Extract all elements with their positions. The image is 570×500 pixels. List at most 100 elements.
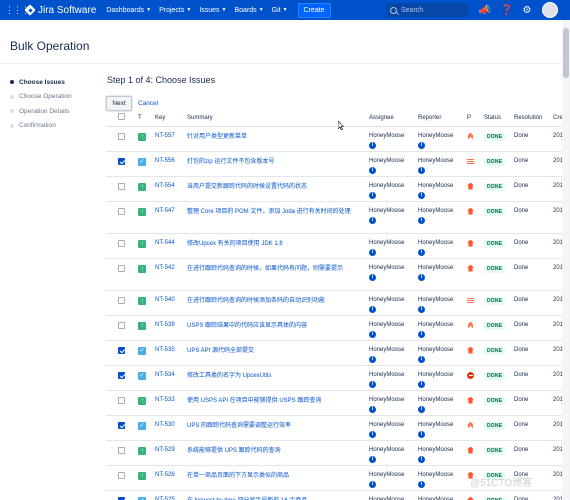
issue-key-link[interactable]: NT-540 bbox=[155, 297, 175, 303]
col-priority[interactable]: P bbox=[465, 110, 482, 127]
nav-menu-projects[interactable]: Projects ▼ bbox=[159, 7, 191, 14]
row-checkbox[interactable] bbox=[118, 264, 125, 272]
info-icon[interactable]: i bbox=[418, 216, 425, 224]
info-icon[interactable]: i bbox=[369, 305, 376, 313]
row-checkbox[interactable] bbox=[118, 396, 125, 404]
table-row[interactable]: ↑ NT-529 系统能够提供 UPS 跟踪代码的查询 HoneyMoose i Hone… bbox=[106, 440, 570, 466]
col-reporter[interactable]: Reporter bbox=[416, 110, 465, 127]
issue-summary-link[interactable]: 使用 USPS API 在项目中能够提供 USPS 跟踪查询 bbox=[187, 398, 321, 404]
issue-summary-link[interactable]: 系统能够提供 UPS 跟踪代码的查询 bbox=[187, 448, 281, 454]
issue-key-link[interactable]: NT-534 bbox=[155, 372, 175, 378]
table-row[interactable]: ↑ NT-547 整理 Core 项目的 POM 文件，添加 Joda 进行有关时间… bbox=[106, 201, 570, 234]
issue-key-link[interactable]: NT-542 bbox=[155, 265, 175, 271]
table-row[interactable]: ✓ NT-535 UPS API 源代码全部提交 HoneyMoose i HoneyMo… bbox=[106, 340, 570, 366]
cancel-link[interactable]: Cancel bbox=[138, 100, 158, 107]
col-assignee[interactable]: Assignee bbox=[367, 110, 416, 127]
table-row[interactable]: ↑ NT-542 在进行跟踪代码查询的时候，如果代码有问题，则需要提示 HoneyMo… bbox=[106, 258, 570, 291]
row-checkbox[interactable] bbox=[118, 239, 125, 247]
issue-key-link[interactable]: NT-535 bbox=[155, 347, 175, 353]
issue-key-link[interactable]: NT-547 bbox=[155, 208, 175, 214]
select-all-checkbox[interactable] bbox=[118, 113, 125, 121]
issue-key-link[interactable]: NT-530 bbox=[155, 422, 175, 428]
info-icon[interactable]: i bbox=[369, 405, 376, 413]
info-icon[interactable]: i bbox=[418, 166, 425, 174]
issue-key-link[interactable]: NT-554 bbox=[155, 183, 175, 189]
issue-summary-link[interactable]: UPS 的跟踪代码查询需要调整运行效率 bbox=[187, 423, 291, 429]
nav-menu-dashboards[interactable]: Dashboards ▼ bbox=[106, 7, 151, 14]
table-row[interactable]: ↑ NT-540 在进行跟踪代码查询的时候添加条码的自动识别功能 HoneyMoose… bbox=[106, 290, 570, 316]
info-icon[interactable]: i bbox=[369, 141, 376, 149]
search-input[interactable]: Search bbox=[386, 3, 468, 17]
info-icon[interactable]: i bbox=[418, 405, 425, 413]
info-icon[interactable]: i bbox=[369, 380, 376, 388]
table-row[interactable]: ✓ NT-530 UPS 的跟踪代码查询需要调整运行效率 HoneyMoose i Hon… bbox=[106, 415, 570, 441]
issue-summary-link[interactable]: 在进行跟踪代码查询的时候添加条码的自动识别功能 bbox=[187, 298, 325, 304]
next-button[interactable]: Next bbox=[106, 96, 132, 111]
info-icon[interactable]: i bbox=[369, 166, 376, 174]
info-icon[interactable]: i bbox=[418, 330, 425, 338]
issue-summary-link[interactable]: 打包的zip 运行文件不包含版本号 bbox=[187, 159, 274, 165]
info-icon[interactable]: i bbox=[418, 191, 425, 199]
col-resolution[interactable]: Resolution bbox=[512, 110, 551, 127]
help-icon[interactable]: ❓ bbox=[500, 3, 514, 17]
info-icon[interactable]: i bbox=[369, 480, 376, 488]
table-row[interactable]: ↑ NT-554 当用户提交新跟踪代码的时候设置代码的状态 HoneyMoose i Ho… bbox=[106, 176, 570, 202]
megaphone-icon[interactable]: 📣 bbox=[478, 3, 492, 17]
nav-menu-issues[interactable]: Issues ▼ bbox=[199, 7, 226, 14]
row-checkbox[interactable] bbox=[118, 371, 125, 379]
row-checkbox[interactable] bbox=[118, 321, 125, 329]
col-key[interactable]: Key bbox=[153, 110, 185, 127]
row-checkbox[interactable] bbox=[118, 446, 125, 454]
row-checkbox[interactable] bbox=[118, 132, 125, 140]
issue-summary-link[interactable]: UPS API 源代码全部提交 bbox=[187, 348, 254, 354]
row-checkbox[interactable] bbox=[118, 182, 125, 190]
issue-summary-link[interactable]: 修改工具类的名字为 UpcexUtils bbox=[187, 373, 271, 379]
row-checkbox[interactable] bbox=[118, 346, 125, 354]
avatar[interactable] bbox=[542, 2, 558, 18]
gear-icon[interactable]: ⚙ bbox=[520, 3, 534, 17]
issue-summary-link[interactable]: 整理 Core 项目的 POM 文件，添加 Joda 进行有关时间的处理 bbox=[187, 209, 351, 215]
info-icon[interactable]: i bbox=[418, 430, 425, 438]
nav-menu-boards[interactable]: Boards ▼ bbox=[235, 7, 264, 14]
info-icon[interactable]: i bbox=[369, 455, 376, 463]
info-icon[interactable]: i bbox=[369, 430, 376, 438]
info-icon[interactable]: i bbox=[418, 355, 425, 363]
info-icon[interactable]: i bbox=[418, 455, 425, 463]
col-type[interactable]: T bbox=[136, 110, 153, 127]
issue-summary-link[interactable]: USPS 跟踪结果中的代码应该显示具体的内容 bbox=[187, 323, 307, 329]
row-checkbox[interactable] bbox=[118, 421, 125, 429]
info-icon[interactable]: i bbox=[369, 248, 376, 256]
issue-key-link[interactable]: NT-533 bbox=[155, 397, 175, 403]
info-icon[interactable]: i bbox=[369, 216, 376, 224]
issue-key-link[interactable]: NT-539 bbox=[155, 322, 175, 328]
info-icon[interactable]: i bbox=[418, 141, 425, 149]
info-icon[interactable]: i bbox=[418, 305, 425, 313]
info-icon[interactable]: i bbox=[418, 273, 425, 281]
issue-summary-link[interactable]: 在进行跟踪代码查询的时候，如果代码有问题，则需要提示 bbox=[187, 266, 343, 272]
issue-summary-link[interactable]: 修改Upcex 有关的项目使用 JDK 1.8 bbox=[187, 241, 283, 247]
issue-summary-link[interactable]: 在单一商品页面的下方显示类似的商品 bbox=[187, 473, 289, 479]
info-icon[interactable]: i bbox=[369, 330, 376, 338]
table-row[interactable]: ✓ NT-556 打包的zip 运行文件不包含版本号 HoneyMoose i Honey… bbox=[106, 151, 570, 177]
create-button[interactable]: Create bbox=[297, 2, 331, 18]
info-icon[interactable]: i bbox=[369, 355, 376, 363]
row-checkbox[interactable] bbox=[118, 296, 125, 304]
table-row[interactable]: ✓NT-525在 Newest by time 部分显示最新的 16 个商品Ho… bbox=[106, 490, 570, 500]
scrollbar-thumb[interactable] bbox=[563, 28, 569, 78]
issue-key-link[interactable]: NT-556 bbox=[155, 158, 175, 164]
col-status[interactable]: Status bbox=[482, 110, 512, 127]
issue-key-link[interactable]: NT-525 bbox=[155, 497, 175, 500]
issue-key-link[interactable]: NT-526 bbox=[155, 472, 175, 478]
row-checkbox[interactable] bbox=[118, 157, 125, 165]
table-row[interactable]: ↑ NT-544 修改Upcex 有关的项目使用 JDK 1.8 HoneyMoose… bbox=[106, 233, 570, 259]
info-icon[interactable]: i bbox=[369, 191, 376, 199]
jira-logo[interactable]: Jira Software bbox=[25, 5, 96, 16]
info-icon[interactable]: i bbox=[418, 248, 425, 256]
issue-summary-link[interactable]: 当用户提交新跟踪代码的时候设置代码的状态 bbox=[187, 184, 307, 190]
row-checkbox[interactable] bbox=[118, 471, 125, 479]
nav-menu-git[interactable]: Git ▼ bbox=[272, 7, 288, 14]
app-switcher-icon[interactable]: ⋮⋮⋮ bbox=[5, 5, 30, 15]
vertical-scrollbar[interactable] bbox=[562, 20, 570, 500]
table-row[interactable]: ✓ NT-534 修改工具类的名字为 UpcexUtils HoneyMoose i Ho… bbox=[106, 365, 570, 391]
info-icon[interactable]: i bbox=[369, 273, 376, 281]
